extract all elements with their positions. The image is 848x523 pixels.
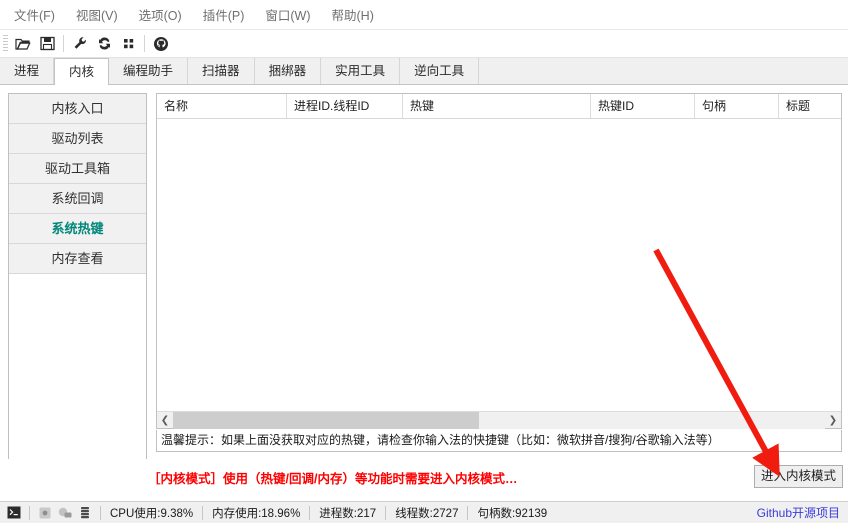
scroll-left-icon[interactable]: ❮ — [157, 412, 173, 429]
status-separator-5 — [385, 505, 387, 520]
status-separator-6 — [467, 505, 469, 520]
tab-utilities[interactable]: 实用工具 — [321, 58, 401, 84]
status-memory-usage: 内存使用:18.96% — [212, 507, 301, 520]
sidebar-item-system-hotkey[interactable]: 系统热键 — [9, 214, 146, 244]
status-separator-4 — [309, 505, 311, 520]
table-column-title[interactable]: 标题 — [779, 94, 841, 118]
gear-icon[interactable] — [35, 504, 55, 522]
status-cpu-usage: CPU使用:9.38% — [110, 507, 194, 520]
menu-options[interactable]: 选项(O) — [129, 1, 193, 28]
toolbar-separator-1 — [63, 35, 64, 52]
enter-kernel-mode-button[interactable]: 进入内核模式 — [753, 465, 843, 488]
table-column-hotkey[interactable]: 热键 — [403, 94, 591, 118]
tab-kernel[interactable]: 内核 — [54, 58, 110, 85]
scroll-track[interactable] — [173, 411, 825, 429]
menu-view[interactable]: 视图(V) — [66, 1, 129, 28]
menu-plugins[interactable]: 插件(P) — [193, 1, 256, 28]
network-icon[interactable] — [55, 504, 75, 522]
status-separator-2 — [100, 505, 101, 520]
console-icon[interactable] — [4, 504, 24, 522]
sidebar-item-driver-toolbox[interactable]: 驱动工具箱 — [9, 154, 146, 184]
github-icon[interactable] — [149, 33, 173, 55]
refresh-icon[interactable] — [92, 33, 116, 55]
scroll-thumb[interactable] — [173, 411, 480, 429]
table-column-handle[interactable]: 句柄 — [695, 94, 779, 118]
kernel-sidebar: 内核入口 驱动列表 驱动工具箱 系统回调 系统热键 内存查看 — [8, 93, 147, 523]
table-column-name[interactable]: 名称 — [157, 94, 287, 118]
status-thread-count: 线程数:2727 — [395, 507, 459, 520]
table-column-pid-tid[interactable]: 进程ID.线程ID — [287, 94, 403, 118]
tab-scanner[interactable]: 扫描器 — [188, 58, 255, 84]
tab-binder[interactable]: 捆绑器 — [254, 58, 322, 84]
sidebar-item-system-callback[interactable]: 系统回调 — [9, 184, 146, 214]
toolbar — [0, 30, 848, 58]
status-separator-3 — [202, 505, 204, 520]
status-separator-1 — [29, 505, 30, 520]
hotkey-tip-text: 温馨提示：如果上面没获取对应的热键，请检查你输入法的快捷键（比如：微软拼音/搜狗… — [156, 430, 842, 452]
table-column-hotkey-id[interactable]: 热键ID — [591, 94, 695, 118]
application-window: 文件(F) 视图(V) 选项(O) 插件(P) 窗口(W) 帮助(H) 进程 内… — [0, 0, 848, 523]
menu-window[interactable]: 窗口(W) — [255, 1, 321, 28]
sidebar-item-driver-list[interactable]: 驱动列表 — [9, 124, 146, 154]
hotkey-table: 名称 进程ID.线程ID 热键 热键ID 句柄 标题 ❮ ❯ — [156, 93, 842, 429]
scroll-right-icon[interactable]: ❯ — [825, 412, 841, 429]
table-body[interactable] — [157, 119, 841, 411]
open-folder-icon[interactable] — [11, 33, 35, 55]
tab-bar: 进程 内核 编程助手 扫描器 捆绑器 实用工具 逆向工具 — [0, 58, 848, 85]
sidebar-item-kernel-entry[interactable]: 内核入口 — [9, 94, 146, 124]
table-horizontal-scrollbar[interactable]: ❮ ❯ — [157, 411, 841, 429]
status-bar: CPU使用:9.38% 内存使用:18.96% 进程数:217 线程数:2727… — [0, 501, 848, 523]
sidebar-item-memory-view[interactable]: 内存查看 — [9, 244, 146, 274]
save-icon[interactable] — [35, 33, 59, 55]
wrench-icon[interactable] — [68, 33, 92, 55]
menu-help[interactable]: 帮助(H) — [322, 1, 385, 28]
toolbar-separator-2 — [144, 35, 145, 52]
server-icon[interactable] — [75, 504, 95, 522]
content-area: 内核入口 驱动列表 驱动工具箱 系统回调 系统热键 内存查看 名称 进程ID.线… — [0, 85, 848, 523]
kernel-mode-notice-row: ［内核模式］使用（热键/回调/内存）等功能时需要进入内核模式… 进入内核模式 — [0, 459, 848, 496]
table-header-row: 名称 进程ID.线程ID 热键 热键ID 句柄 标题 — [157, 94, 841, 119]
tab-programming-assistant[interactable]: 编程助手 — [109, 58, 189, 84]
grid-dots-icon[interactable] — [116, 33, 140, 55]
github-project-link[interactable]: Github开源项目 — [757, 504, 842, 521]
status-process-count: 进程数:217 — [319, 507, 377, 520]
tab-reverse-tools[interactable]: 逆向工具 — [400, 58, 480, 84]
toolbar-grip[interactable] — [3, 34, 8, 53]
tab-process[interactable]: 进程 — [0, 58, 55, 84]
kernel-mode-notice-text: ［内核模式］使用（热键/回调/内存）等功能时需要进入内核模式… — [148, 472, 518, 486]
menu-bar: 文件(F) 视图(V) 选项(O) 插件(P) 窗口(W) 帮助(H) — [0, 0, 848, 30]
status-handle-count: 句柄数:92139 — [477, 507, 548, 520]
menu-file[interactable]: 文件(F) — [4, 1, 66, 28]
